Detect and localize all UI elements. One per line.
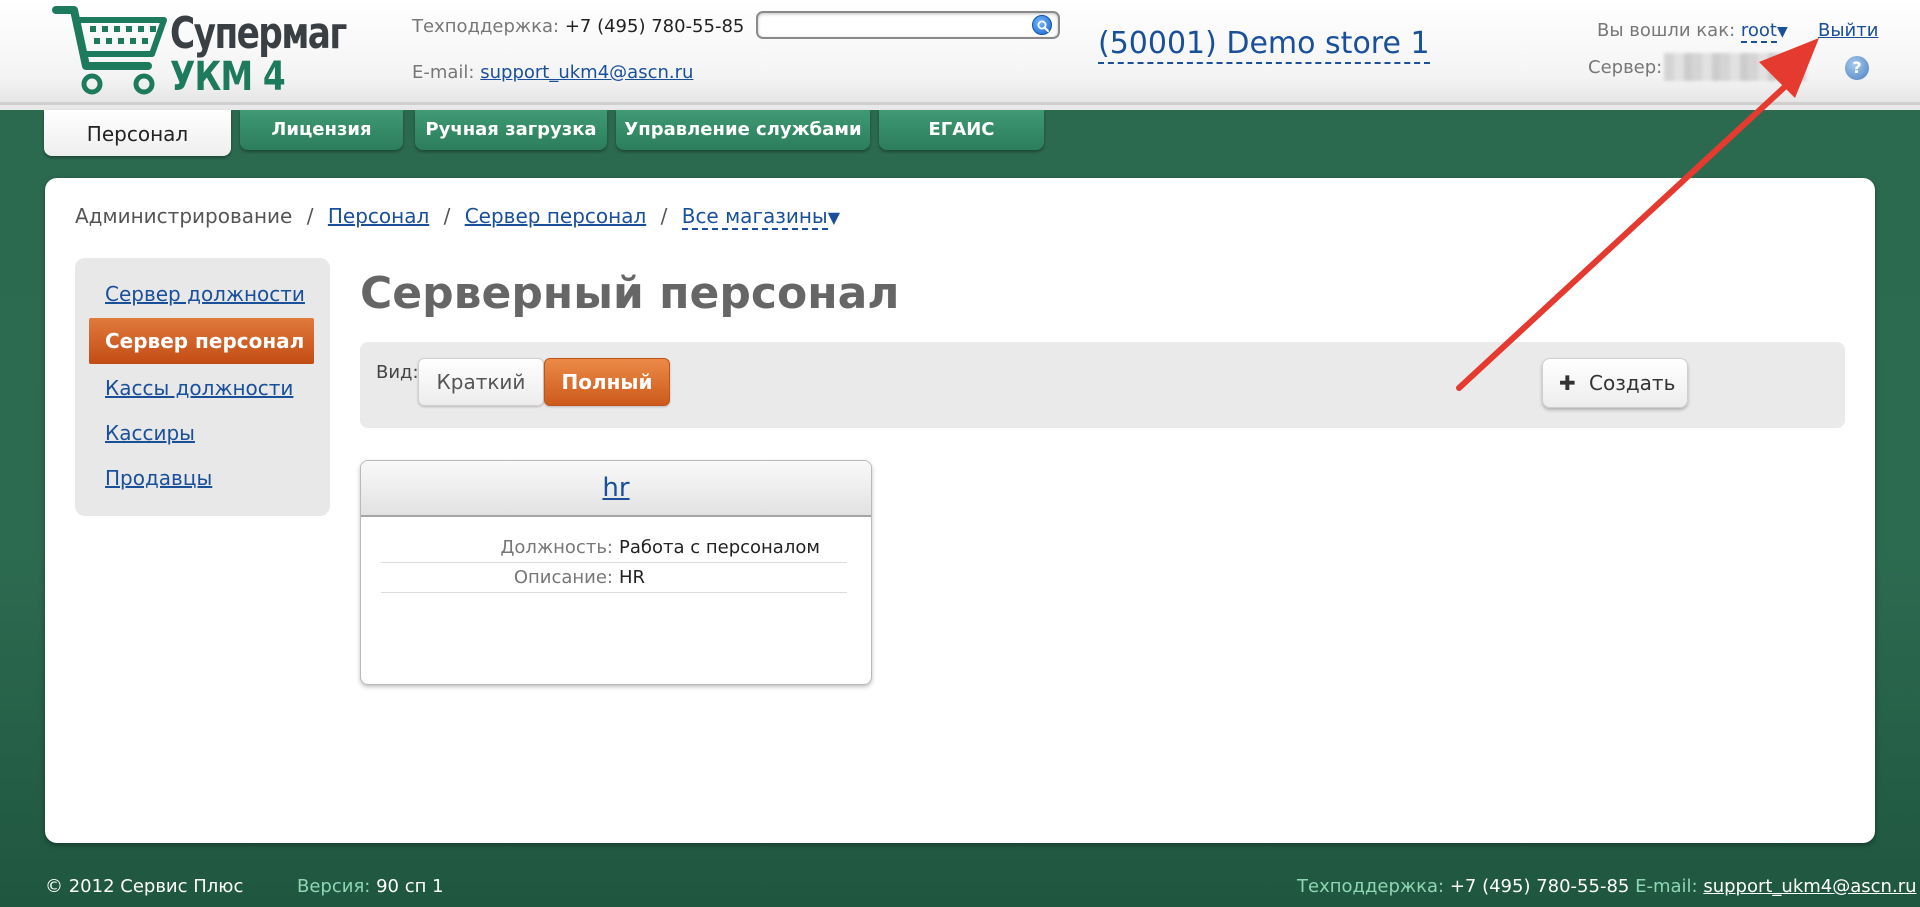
sidebar-item-cashiers[interactable]: Кассиры bbox=[105, 421, 195, 445]
employee-card: hr Должность: Работа с персоналом Описан… bbox=[360, 460, 872, 685]
breadcrumb-separator: / bbox=[660, 204, 668, 228]
sidebar: Сервер должности Сервер персонал Кассы д… bbox=[75, 258, 330, 516]
tab-egais[interactable]: ЕГАИС bbox=[879, 110, 1044, 150]
copyright-text: © 2012 Сервис Плюс bbox=[45, 876, 244, 897]
user-dropdown[interactable]: root bbox=[1740, 20, 1777, 43]
footer-support-phone: +7 (495) 780-55-85 bbox=[1449, 876, 1630, 897]
card-field-description: Описание: HR bbox=[381, 563, 847, 593]
chevron-down-icon[interactable]: ▼ bbox=[1777, 24, 1788, 40]
tab-license[interactable]: Лицензия bbox=[240, 110, 403, 150]
view-toolbar: Вид: Краткий Полный ✚ Создать bbox=[360, 342, 1845, 428]
search-icon bbox=[1037, 20, 1049, 32]
breadcrumb-personal[interactable]: Персонал bbox=[328, 204, 429, 228]
logo-subtext: УКМ 4 bbox=[170, 54, 286, 100]
field-value: HR bbox=[619, 567, 646, 588]
card-title-link[interactable]: hr bbox=[361, 473, 871, 503]
search-button[interactable] bbox=[1032, 15, 1052, 35]
tab-manual-upload[interactable]: Ручная загрузка bbox=[415, 110, 607, 150]
field-value: Работа с персоналом bbox=[619, 537, 820, 558]
view-short-button[interactable]: Краткий bbox=[418, 358, 544, 406]
field-label: Должность: bbox=[500, 537, 613, 558]
create-button[interactable]: ✚ Создать bbox=[1542, 358, 1688, 408]
logo[interactable]: Супермаг УКМ 4 bbox=[52, 4, 352, 100]
logged-in-info: Вы вошли как: root▼ bbox=[1597, 20, 1788, 43]
server-label: Сервер: bbox=[1588, 57, 1663, 78]
chevron-down-icon[interactable]: ▼ bbox=[828, 208, 840, 227]
breadcrumb-separator: / bbox=[443, 204, 451, 228]
search-box bbox=[756, 11, 1060, 39]
version-value: 90 сп 1 bbox=[376, 876, 444, 897]
search-input[interactable] bbox=[764, 15, 1024, 35]
support-email-link[interactable]: support_ukm4@ascn.ru bbox=[480, 62, 693, 83]
sidebar-item-server-positions[interactable]: Сервер должности bbox=[105, 282, 305, 306]
help-icon[interactable]: ? bbox=[1845, 56, 1869, 80]
create-button-label: Создать bbox=[1589, 371, 1676, 395]
footer-support: Техподдержка: +7 (495) 780-55-85 E-mail:… bbox=[1297, 876, 1917, 897]
breadcrumb-separator: / bbox=[306, 204, 314, 228]
sidebar-item-server-personal[interactable]: Сервер персонал bbox=[89, 318, 314, 364]
sidebar-item-cash-positions[interactable]: Кассы должности bbox=[105, 376, 293, 400]
plus-icon: ✚ bbox=[1559, 371, 1576, 395]
footer-support-label: Техподдержка: bbox=[1297, 876, 1445, 897]
footer-email-link[interactable]: support_ukm4@ascn.ru bbox=[1703, 876, 1916, 897]
view-full-button[interactable]: Полный bbox=[544, 358, 670, 406]
breadcrumb-root: Администрирование bbox=[75, 204, 293, 228]
footer-version: Версия: 90 сп 1 bbox=[297, 876, 444, 897]
email-label: E-mail: bbox=[412, 62, 475, 83]
header-support-email: E-mail: support_ukm4@ascn.ru bbox=[412, 62, 693, 83]
sidebar-item-sellers[interactable]: Продавцы bbox=[105, 466, 212, 490]
support-label: Техподдержка: bbox=[412, 16, 560, 37]
breadcrumb-server-personal[interactable]: Сервер персонал bbox=[465, 204, 647, 228]
logged-in-label: Вы вошли как: bbox=[1597, 20, 1736, 41]
card-field-position: Должность: Работа с персоналом bbox=[381, 533, 847, 563]
footer-copyright: © 2012 Сервис Плюс bbox=[45, 876, 243, 897]
main-content: Администрирование / Персонал / Сервер пе… bbox=[45, 178, 1875, 843]
breadcrumb: Администрирование / Персонал / Сервер пе… bbox=[75, 204, 840, 230]
logout-link[interactable]: Выйти bbox=[1818, 20, 1878, 41]
version-label: Версия: bbox=[297, 876, 371, 897]
header-support-phone: Техподдержка: +7 (495) 780-55-85 bbox=[412, 16, 744, 37]
cart-icon bbox=[52, 6, 167, 95]
store-selector[interactable]: (50001) Demo store 1 bbox=[1098, 26, 1430, 64]
footer-email-label: E-mail: bbox=[1635, 876, 1698, 897]
support-phone: +7 (495) 780-55-85 bbox=[564, 16, 745, 37]
card-header: hr bbox=[361, 461, 871, 517]
logo-text: Супермаг bbox=[170, 8, 347, 59]
server-value-redacted bbox=[1664, 53, 1806, 81]
store-filter-dropdown[interactable]: Все магазины bbox=[681, 204, 828, 230]
tab-service-management[interactable]: Управление службами bbox=[616, 110, 870, 150]
app-header: Супермаг УКМ 4 Техподдержка: +7 (495) 78… bbox=[0, 0, 1920, 110]
field-label: Описание: bbox=[513, 567, 613, 588]
view-label: Вид: bbox=[376, 362, 419, 383]
tab-personal[interactable]: Персонал bbox=[44, 110, 231, 156]
page-title: Серверный персонал bbox=[360, 268, 900, 319]
